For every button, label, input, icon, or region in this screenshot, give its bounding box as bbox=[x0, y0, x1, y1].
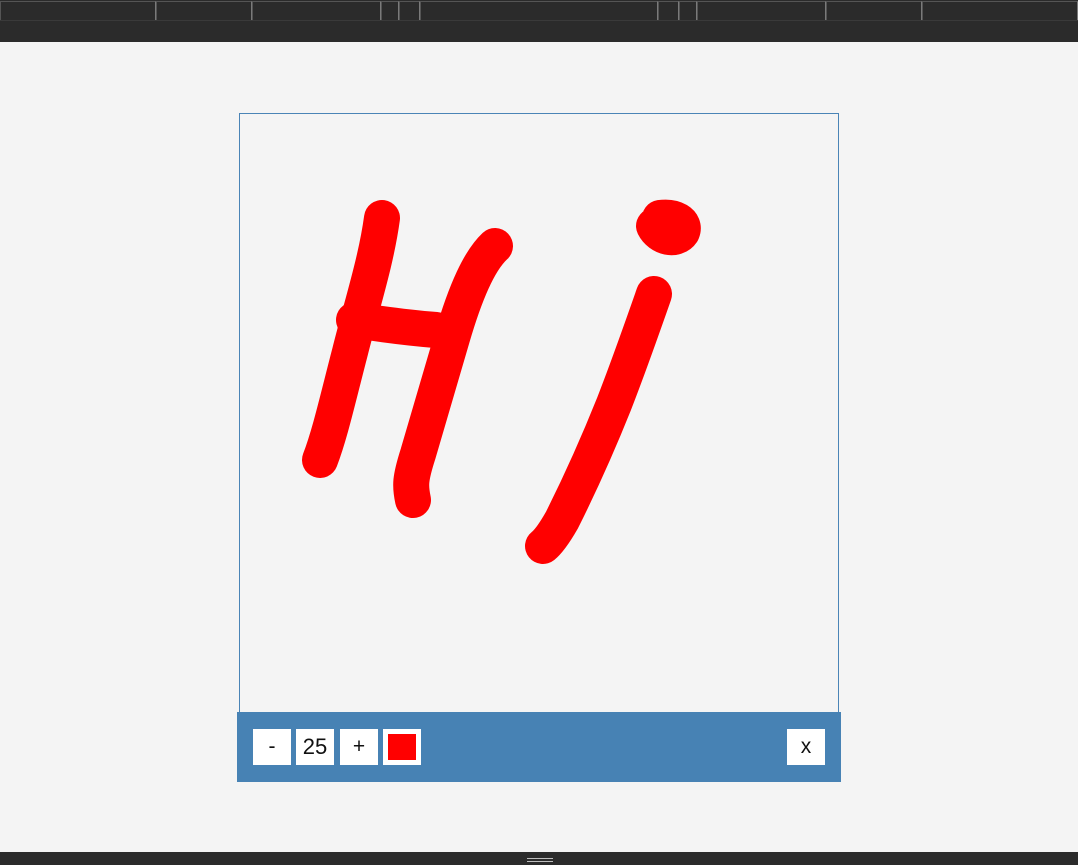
increase-size-button[interactable]: + bbox=[340, 729, 378, 765]
top-tab[interactable] bbox=[156, 1, 252, 20]
top-tab[interactable] bbox=[381, 1, 399, 20]
stroke-h-crossbar bbox=[336, 302, 454, 348]
resize-grip-icon[interactable] bbox=[527, 858, 553, 859]
brush-toolbar: - 25 + x bbox=[237, 712, 841, 782]
stroke-group bbox=[302, 199, 701, 564]
top-tab[interactable] bbox=[252, 1, 381, 20]
color-swatch bbox=[388, 734, 416, 760]
top-tab[interactable] bbox=[826, 1, 922, 20]
stroke-h-right bbox=[393, 228, 513, 518]
close-button[interactable]: x bbox=[787, 729, 825, 765]
top-tab[interactable] bbox=[922, 1, 1078, 20]
stroke-i-stem bbox=[525, 276, 672, 564]
drawing-strokes bbox=[302, 199, 701, 564]
top-tab-strip bbox=[0, 0, 1078, 21]
top-tab[interactable] bbox=[0, 1, 156, 20]
top-tab[interactable] bbox=[420, 1, 658, 20]
drawing-canvas[interactable] bbox=[239, 113, 839, 713]
header-bar bbox=[0, 21, 1078, 42]
brush-size-value: 25 bbox=[296, 729, 334, 765]
top-tab[interactable] bbox=[697, 1, 826, 20]
decrease-size-button[interactable]: - bbox=[253, 729, 291, 765]
bottom-bar bbox=[0, 852, 1078, 865]
color-picker-button[interactable] bbox=[383, 729, 421, 765]
top-tab[interactable] bbox=[399, 1, 420, 20]
stroke-i-dot bbox=[636, 199, 701, 256]
top-tab[interactable] bbox=[658, 1, 679, 20]
top-tab[interactable] bbox=[679, 1, 697, 20]
